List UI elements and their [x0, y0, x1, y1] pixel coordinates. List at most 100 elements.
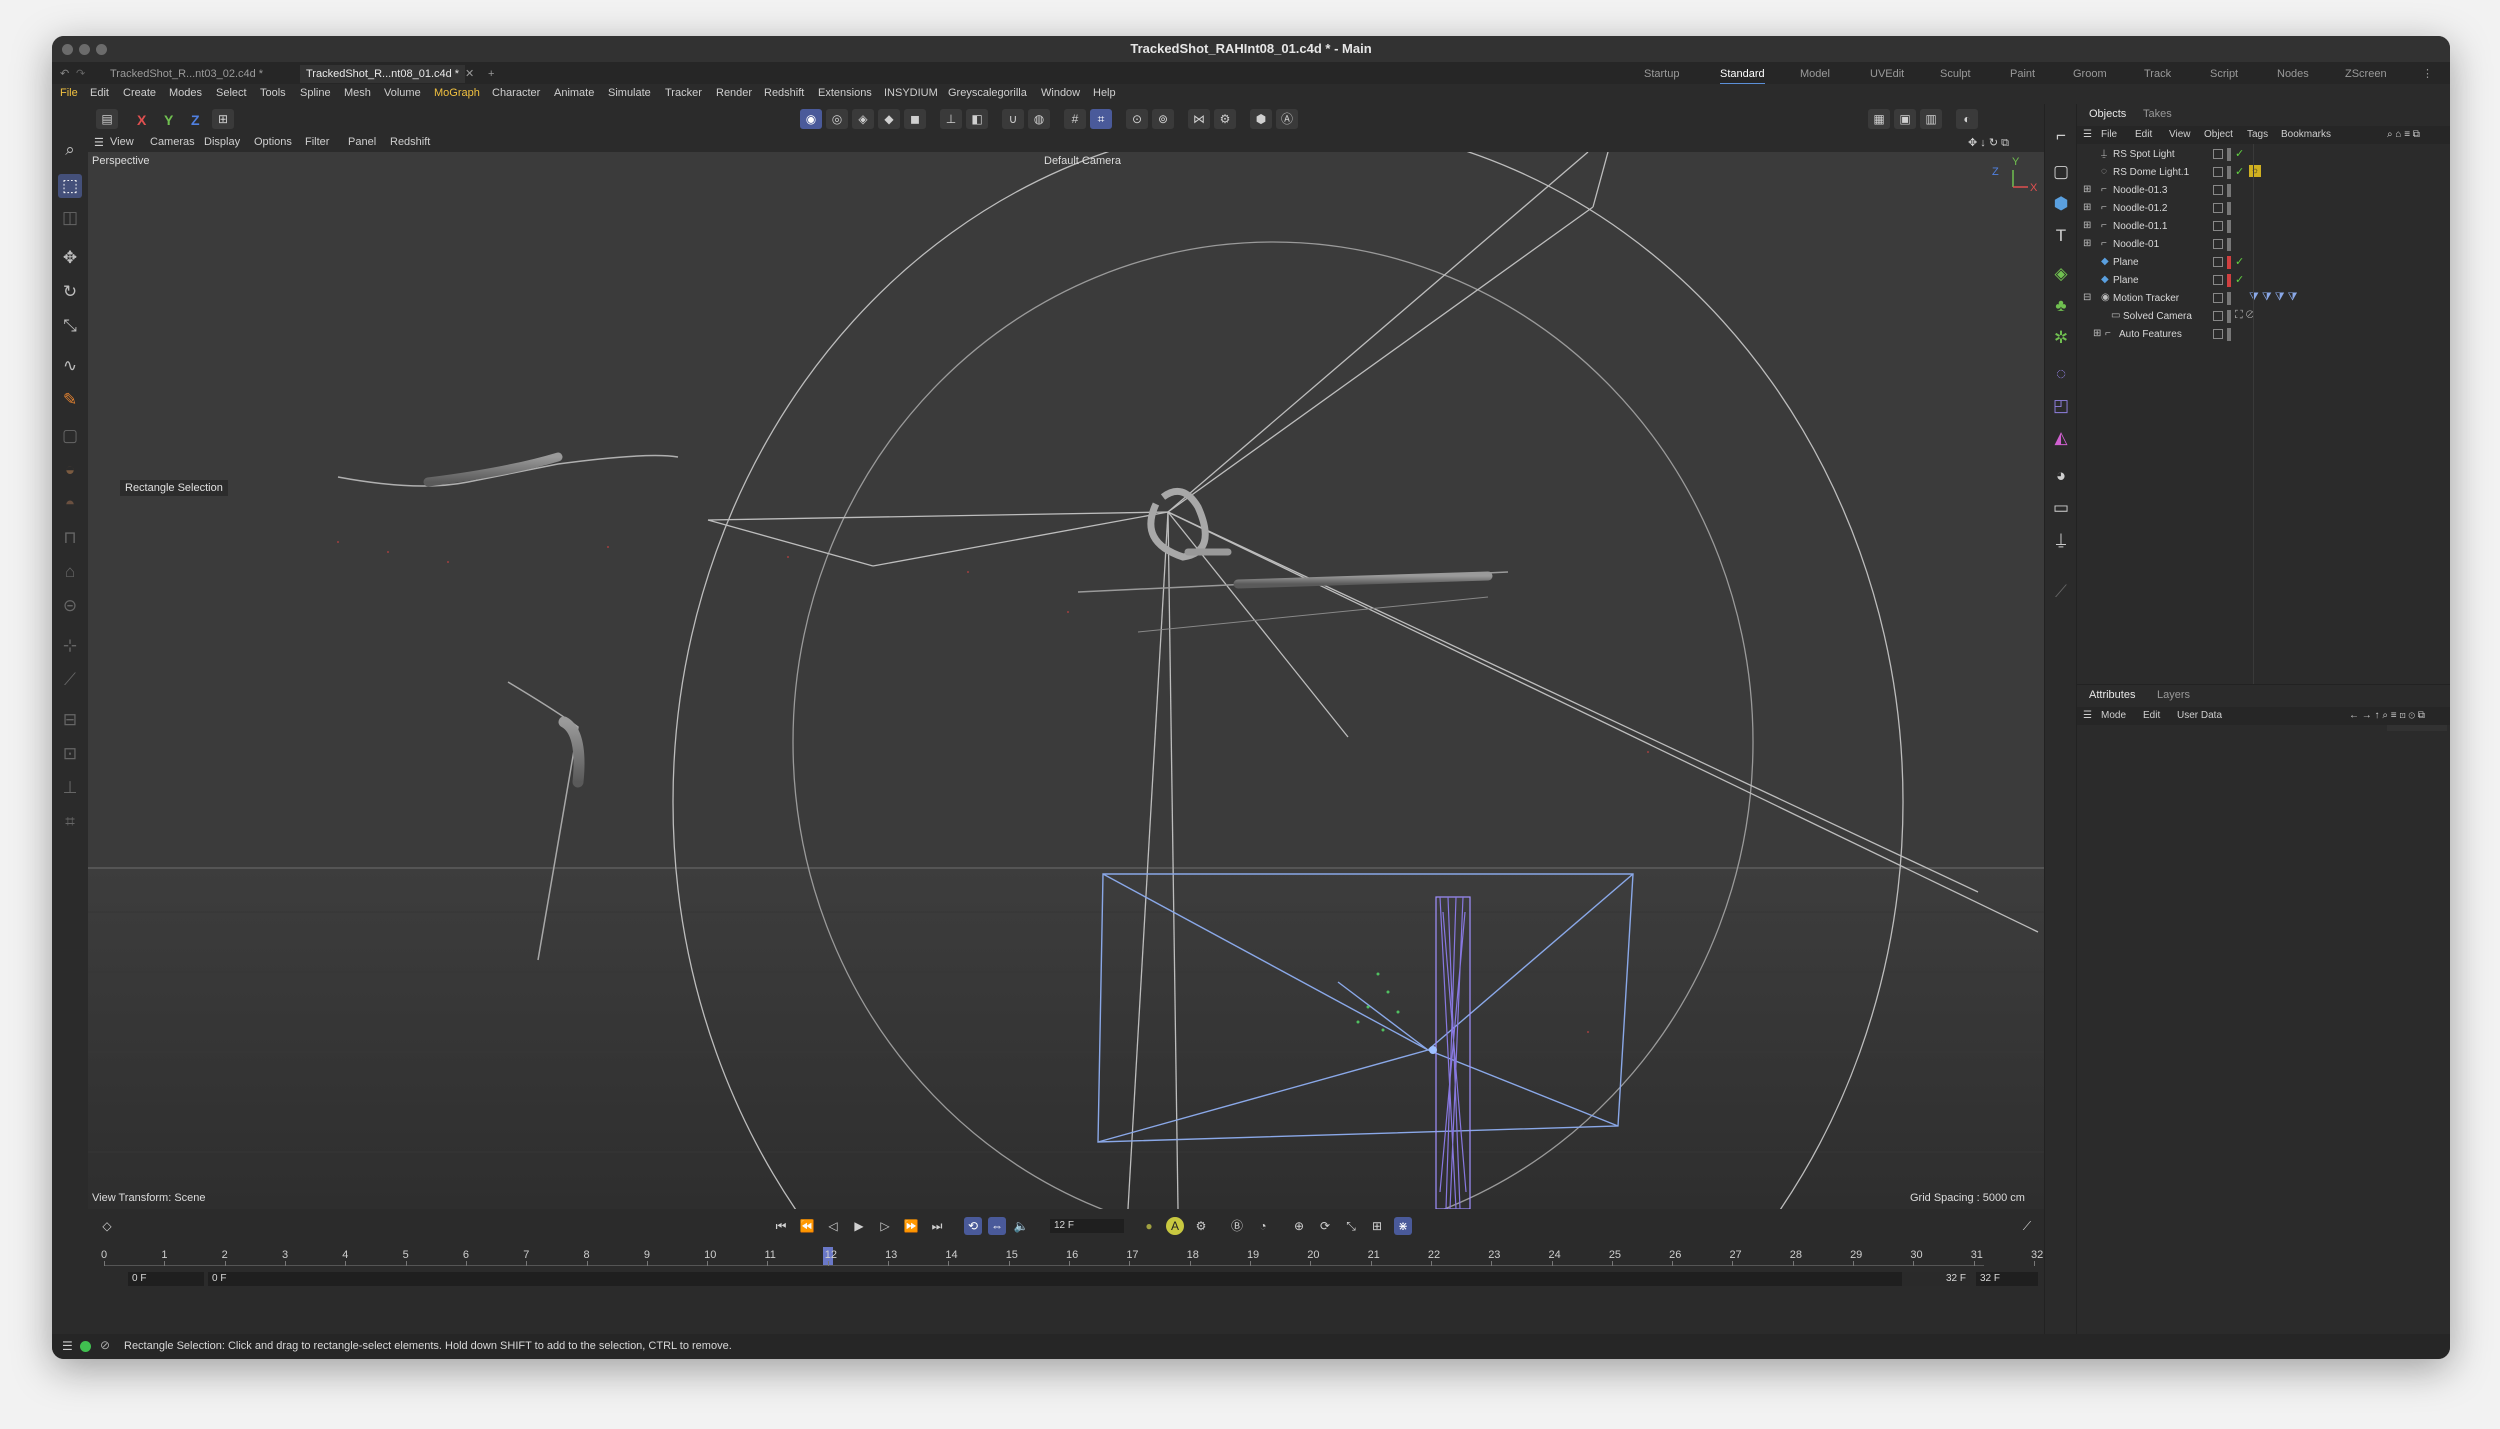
weld-icon[interactable]: ⊟ — [58, 708, 82, 732]
render-view-icon[interactable]: ▦ — [1868, 109, 1890, 129]
vm-display[interactable]: Display — [204, 136, 240, 148]
close-tab-icon[interactable]: ✕ — [465, 65, 474, 83]
render-dots[interactable] — [2227, 166, 2231, 179]
texture-icon[interactable]: ◓ — [58, 492, 82, 516]
stitch-icon[interactable]: ⊡ — [58, 742, 82, 766]
menu-render[interactable]: Render — [716, 87, 752, 99]
menu-modes[interactable]: Modes — [169, 87, 202, 99]
redo-icon[interactable]: ↷ — [76, 65, 85, 83]
generator-icon[interactable]: ◈ — [2049, 262, 2073, 286]
spline-icon[interactable]: ◭ — [2049, 426, 2073, 450]
history-icon[interactable]: ▤ — [96, 109, 118, 129]
layout-sculpt[interactable]: Sculpt — [1940, 65, 1971, 83]
environment-icon[interactable]: ◕ — [2049, 464, 2073, 488]
tab-takes[interactable]: Takes — [2143, 108, 2172, 120]
checkmark-icon[interactable]: ✓ — [2235, 147, 2244, 160]
obj-menu-edit[interactable]: Edit — [2135, 129, 2152, 140]
menu-greyscalegorilla[interactable]: Greyscalegorilla — [948, 87, 1027, 99]
menu-animate[interactable]: Animate — [554, 87, 594, 99]
guide-icon[interactable]: ⬢ — [1250, 109, 1272, 129]
animation-mode-icon[interactable]: Ⓐ — [1276, 109, 1298, 129]
obj-menu-bookmarks[interactable]: Bookmarks — [2281, 129, 2331, 140]
menu-create[interactable]: Create — [123, 87, 156, 99]
object-mode-icon[interactable]: ◎ — [826, 109, 848, 129]
frame-ruler[interactable]: 0 1 2 3 4 5 6 7 8 9 10 11 12 13 14 15 16 17 18 19 20 21 22 23 24… — [88, 1209, 2044, 1269]
visibility-toggle[interactable] — [2213, 167, 2223, 177]
layout-zscreen[interactable]: ZScreen — [2345, 65, 2387, 83]
visibility-toggle[interactable] — [2213, 185, 2223, 195]
camera-icon[interactable]: ▭ — [2049, 496, 2073, 520]
primitive-icon[interactable]: ⬢ — [2049, 192, 2073, 216]
paint-brush-icon[interactable]: ✎ — [58, 388, 82, 412]
object-row-noodle-01-3[interactable]: ⊞ ⌐ Noodle-01.3 — [2077, 182, 2450, 200]
obj-menu-object[interactable]: Object — [2204, 129, 2233, 140]
object-row-rs-spot-light[interactable]: ⍊ RS Spot Light ✓ — [2077, 146, 2450, 164]
pen-icon[interactable]: ⟋ — [2049, 580, 2073, 604]
menu-extensions[interactable]: Extensions — [818, 87, 872, 99]
viewport-camera[interactable]: Default Camera — [1044, 155, 1121, 167]
snap-icon[interactable]: # — [1064, 109, 1086, 129]
checkmark-icon[interactable]: ✓ — [2235, 255, 2244, 268]
objects-hamburger-icon[interactable]: ☰ — [2083, 129, 2092, 140]
new-tab-icon[interactable]: + — [488, 65, 494, 83]
layout-standard[interactable]: Standard — [1720, 65, 1765, 85]
layout-nodes[interactable]: Nodes — [2277, 65, 2309, 83]
menu-mesh[interactable]: Mesh — [344, 87, 371, 99]
obj-menu-tags[interactable]: Tags — [2247, 129, 2268, 140]
axis-y-toggle[interactable]: Y — [164, 112, 173, 128]
layout-model[interactable]: Model — [1800, 65, 1830, 83]
axis-mode-icon[interactable]: ⊥ — [940, 109, 962, 129]
tab-layers[interactable]: Layers — [2157, 689, 2190, 701]
bridge-icon[interactable]: ⟋ — [58, 668, 82, 692]
settings-gear-icon[interactable]: ⚙ — [1214, 109, 1236, 129]
vm-cameras[interactable]: Cameras — [150, 136, 195, 148]
attr-menu-edit[interactable]: Edit — [2143, 710, 2160, 721]
effector-icon[interactable]: ✲ — [2049, 326, 2073, 350]
vm-view[interactable]: View — [110, 136, 134, 148]
viewport-hamburger-icon[interactable]: ☰ — [94, 136, 104, 149]
loop-cut-icon[interactable]: ⊝ — [58, 594, 82, 618]
close-window-button[interactable] — [62, 44, 73, 55]
render-dots[interactable] — [2227, 274, 2231, 287]
object-row-motion-tracker[interactable]: ⊟ ◉ Motion Tracker ⧩ ⧩ ⧩ ⧩ — [2077, 290, 2450, 308]
expand-icon[interactable]: ⊞ — [2083, 202, 2091, 213]
render-dots[interactable] — [2227, 148, 2231, 161]
vm-redshift[interactable]: Redshift — [390, 136, 430, 148]
render-picture-viewer-icon[interactable]: ▣ — [1894, 109, 1916, 129]
extrude-icon[interactable]: ⊓ — [58, 526, 82, 550]
magnet-icon[interactable]: ∪ — [1002, 109, 1024, 129]
expand-icon[interactable]: ⊞ — [2083, 238, 2091, 249]
vm-panel[interactable]: Panel — [348, 136, 376, 148]
mograph-cloner-icon[interactable]: ♣ — [2049, 294, 2073, 318]
null-object-icon[interactable]: ⌐ — [2049, 124, 2073, 148]
axis-x-toggle[interactable]: X — [137, 112, 146, 128]
polygons-mode-icon[interactable]: ◼ — [904, 109, 926, 129]
material-icon[interactable]: ◒ — [58, 458, 82, 482]
deformer-icon[interactable]: ◌ — [2049, 362, 2073, 386]
edges-mode-icon[interactable]: ◆ — [878, 109, 900, 129]
menu-volume[interactable]: Volume — [384, 87, 421, 99]
render-dots[interactable] — [2227, 184, 2231, 197]
menu-simulate[interactable]: Simulate — [608, 87, 651, 99]
minimize-window-button[interactable] — [79, 44, 90, 55]
redshift-ipr-icon[interactable]: ◐ — [1956, 109, 1978, 129]
scale-icon[interactable]: ⤡ — [58, 314, 82, 338]
visibility-toggle[interactable] — [2213, 275, 2223, 285]
visibility-toggle[interactable] — [2213, 203, 2223, 213]
bevel-icon[interactable]: ⌂ — [58, 560, 82, 584]
menu-window[interactable]: Window — [1041, 87, 1080, 99]
doc-tab-1[interactable]: TrackedShot_R...nt03_02.c4d * — [110, 65, 263, 83]
symmetry-icon[interactable]: ⋈ — [1188, 109, 1210, 129]
visibility-toggle[interactable] — [2213, 329, 2223, 339]
visibility-toggle[interactable] — [2213, 311, 2223, 321]
menu-help[interactable]: Help — [1093, 87, 1116, 99]
attributes-hamburger-icon[interactable]: ☰ — [2083, 710, 2092, 721]
zoom-window-button[interactable] — [96, 44, 107, 55]
menu-insydium[interactable]: INSYDIUM — [884, 87, 938, 99]
grid-snap-icon[interactable]: ⌗ — [1090, 109, 1112, 129]
rectangle-selection-icon[interactable]: ⬚ — [58, 174, 82, 198]
render-dots[interactable] — [2227, 220, 2231, 233]
rotate-icon[interactable]: ↻ — [58, 280, 82, 304]
checkmark-icon[interactable]: ✓ — [2235, 165, 2244, 178]
knife-icon[interactable]: ⊹ — [58, 634, 82, 658]
